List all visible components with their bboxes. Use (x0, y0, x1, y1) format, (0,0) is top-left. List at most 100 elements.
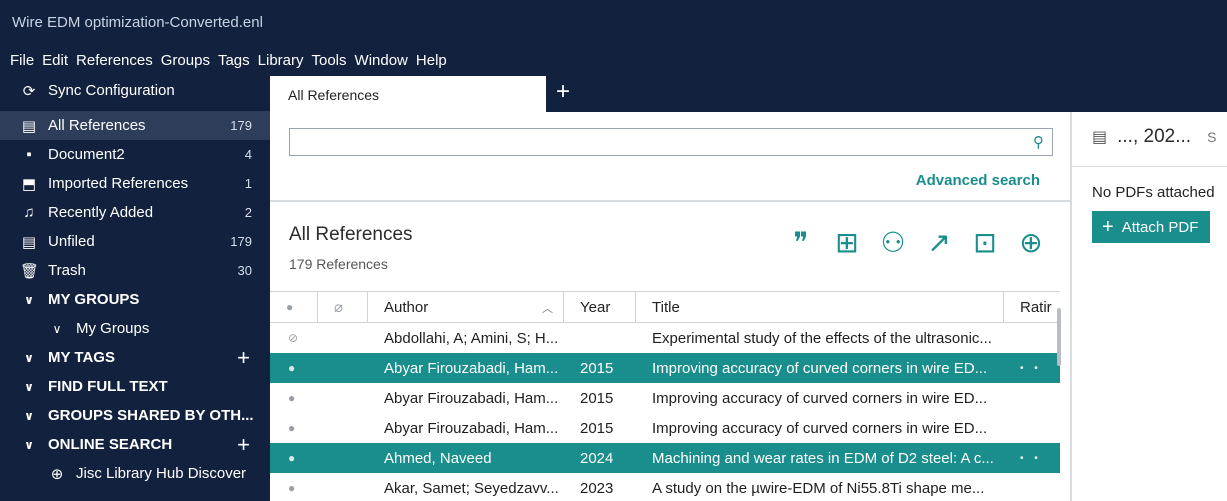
plus-icon: + (1102, 215, 1114, 238)
menu-window[interactable]: Window (355, 52, 408, 69)
year-header[interactable]: Year (564, 292, 636, 322)
unread-dot-icon[interactable]: ● (270, 353, 318, 383)
sync-configuration[interactable]: ⟳ Sync Configuration (0, 76, 270, 105)
add-tag-icon[interactable]: + (237, 345, 250, 371)
tab-all-references[interactable]: All References (270, 76, 546, 112)
year-cell: 2023 (580, 479, 614, 497)
year-cell: 2015 (580, 419, 614, 437)
unread-dot-icon[interactable]: ● (270, 413, 318, 443)
section-label: GROUPS SHARED BY OTH... (48, 407, 254, 424)
sidebar-item-count: 4 (244, 147, 252, 162)
sidebar-item-label: Document2 (48, 146, 125, 163)
sidebar-item-count: 1 (244, 176, 252, 191)
table-row[interactable]: ⊘ Abdollahi, A; Amini, S; H... Experimen… (270, 323, 1060, 353)
chevron-down-icon: ∨ (52, 321, 62, 336)
menu-references[interactable]: References (76, 52, 153, 69)
menu-edit[interactable]: Edit (42, 52, 68, 69)
detail-header: ▤ ..., 202... S (1092, 126, 1216, 148)
section-online-search[interactable]: ∨ ONLINE SEARCH + (0, 430, 270, 459)
list-count: 179 References (289, 256, 388, 272)
rating-dots[interactable]: • • (1004, 443, 1060, 473)
sidebar-item-trash[interactable]: 🗑 Trash 30 (0, 256, 270, 285)
menu-file[interactable]: File (10, 52, 34, 69)
year-cell: 2015 (580, 389, 614, 407)
section-label: MY TAGS (48, 349, 115, 366)
add-tab-button[interactable]: + (556, 78, 570, 106)
table-row[interactable]: ● Abyar Firouzabadi, Ham... 2015 Improvi… (270, 383, 1060, 413)
sidebar-item-label: Imported References (48, 175, 189, 192)
add-online-search-icon[interactable]: + (237, 432, 250, 458)
read-status-header[interactable]: ● (270, 292, 318, 322)
find-fulltext-icon[interactable]: ⊡ (968, 226, 1002, 259)
paperclip-icon: ⌀ (334, 299, 344, 316)
globe-icon[interactable]: ⊕ (1014, 226, 1048, 259)
sidebar-item-all-references[interactable]: ▤ All References 179 (0, 111, 270, 140)
search-icon[interactable]: ⚲ (1033, 133, 1044, 151)
chevron-down-icon: ∨ (24, 350, 34, 365)
cite-icon[interactable]: ❞ (784, 226, 818, 259)
title-cell: Experimental study of the effects of the… (652, 329, 992, 347)
section-my-tags[interactable]: ∨ MY TAGS + (0, 343, 270, 372)
unfiled-icon: ▤ (21, 233, 37, 251)
unread-dot-icon[interactable]: ● (270, 473, 318, 501)
search-input[interactable]: ⚲ (289, 128, 1053, 156)
scrollbar[interactable] (1057, 308, 1061, 366)
section-my-groups[interactable]: ∨ MY GROUPS (0, 285, 270, 314)
clipboard-icon: ▤ (21, 117, 37, 135)
sidebar-item-imported-references[interactable]: ⬒ Imported References 1 (0, 169, 270, 198)
table-row[interactable]: ● Abyar Firouzabadi, Ham... 2015 Improvi… (270, 353, 1060, 383)
sidebar-item-jisc[interactable]: ⊕ Jisc Library Hub Discover (0, 459, 270, 488)
author-header[interactable]: Author ︿ (368, 292, 564, 322)
sidebar-item-document2[interactable]: ▪ Document2 4 (0, 140, 270, 169)
author-cell: Abdollahi, A; Amini, S; H... (384, 329, 559, 347)
sidebar-item-unfiled[interactable]: ▤ Unfiled 179 (0, 227, 270, 256)
advanced-search-link[interactable]: Advanced search (916, 172, 1040, 189)
bell-icon: ♫ (23, 204, 35, 221)
menu-tools[interactable]: Tools (312, 52, 347, 69)
table-row[interactable]: ● Abyar Firouzabadi, Ham... 2015 Improvi… (270, 413, 1060, 443)
sidebar-item-label: All References (48, 117, 146, 134)
rating-dots[interactable]: • • (1004, 353, 1060, 383)
title-header[interactable]: Title (636, 292, 1004, 322)
read-check-icon[interactable]: ⊘ (270, 323, 318, 353)
sidebar-item-count: 2 (244, 205, 252, 220)
clipboard-icon: ▤ (1092, 129, 1108, 146)
sidebar-item-count: 30 (237, 263, 252, 278)
share-user-icon[interactable]: ⚇ (876, 226, 910, 259)
menu-help[interactable]: Help (416, 52, 447, 69)
section-find-full-text[interactable]: ∨ FIND FULL TEXT (0, 372, 270, 401)
table-row[interactable]: ● Ahmed, Naveed 2024 Machining and wear … (270, 443, 1060, 473)
sidebar-item-my-groups[interactable]: ∨ My Groups (0, 314, 270, 343)
tab-bar: All References + (270, 76, 1227, 112)
section-label: ONLINE SEARCH (48, 436, 173, 453)
section-groups-shared[interactable]: ∨ GROUPS SHARED BY OTH... (0, 401, 270, 430)
sidebar-item-label: Trash (48, 262, 86, 279)
table-header: ● ⌀ Author ︿ Year Title Ratir (270, 291, 1060, 323)
menu-tags[interactable]: Tags (218, 52, 250, 69)
sidebar-item-count: 179 (230, 118, 252, 133)
sync-label: Sync Configuration (48, 82, 175, 99)
attach-pdf-button[interactable]: + Attach PDF (1092, 211, 1210, 243)
year-cell (564, 323, 636, 353)
unread-dot-icon[interactable]: ● (270, 383, 318, 413)
export-arrow-icon[interactable]: ↗ (922, 226, 956, 259)
attach-pdf-label: Attach PDF (1121, 218, 1199, 236)
menu-library[interactable]: Library (258, 52, 304, 69)
sidebar-item-recently-added[interactable]: ♫ Recently Added 2 (0, 198, 270, 227)
new-reference-icon[interactable]: ⊞ (830, 226, 864, 259)
unread-dot-icon[interactable]: ● (270, 443, 318, 473)
table-row[interactable]: ● Akar, Samet; Seyedzavv... 2023 A study… (270, 473, 1060, 501)
section-label: MY GROUPS (48, 291, 140, 308)
reference-list-panel: ⚲ Advanced search All References 179 Ref… (270, 112, 1070, 501)
reference-detail-pane: ▤ ..., 202... S No PDFs attached + Attach … (1070, 112, 1227, 501)
title-cell: A study on the µwire-EDM of Ni55.8Ti sha… (652, 479, 985, 497)
sort-ascending-icon: ︿ (542, 303, 553, 315)
document-icon: ▪ (26, 146, 32, 163)
attachment-header[interactable]: ⌀ (318, 292, 368, 322)
rating-header[interactable]: Ratir (1004, 292, 1060, 322)
menu-groups[interactable]: Groups (161, 52, 210, 69)
title-cell: Machining and wear rates in EDM of D2 st… (652, 449, 994, 467)
author-cell: Ahmed, Naveed (384, 449, 492, 467)
title-cell: Improving accuracy of curved corners in … (652, 389, 988, 407)
author-cell: Abyar Firouzabadi, Ham... (384, 359, 559, 377)
